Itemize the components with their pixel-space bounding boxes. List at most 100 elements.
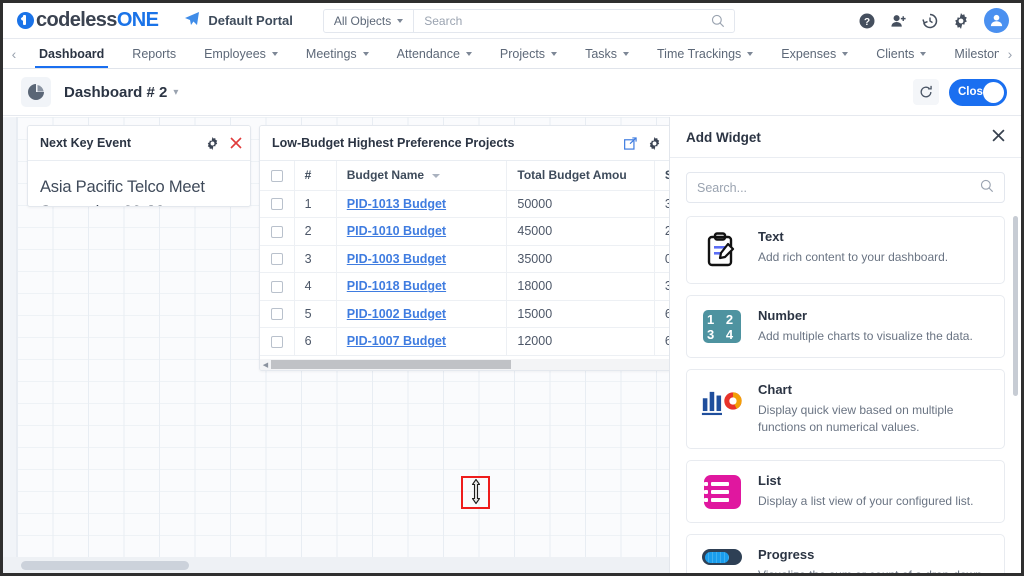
widget-card-description: Add multiple charts to visualize the dat… <box>758 329 973 343</box>
row-checkbox[interactable] <box>270 280 283 293</box>
nav-item-attendance[interactable]: Attendance <box>383 39 486 68</box>
widget-card-text[interactable]: Text Add rich content to your dashboard. <box>686 216 1005 284</box>
widget-search-field[interactable] <box>686 172 1005 203</box>
row-checkbox[interactable] <box>270 225 283 238</box>
user-avatar[interactable] <box>984 8 1009 33</box>
nav-item-projects[interactable]: Projects <box>486 39 571 68</box>
widget-actions <box>206 136 242 150</box>
table-row[interactable]: 6PID-1007 Budget120006000 <box>260 327 678 356</box>
progress-bar-icon <box>701 547 743 565</box>
history-icon[interactable] <box>922 13 938 29</box>
row-select-cell[interactable] <box>260 300 295 328</box>
widget-next-key-event[interactable]: Next Key Event Asia Pacific Telco Meet S… <box>27 125 251 207</box>
gear-icon[interactable] <box>953 12 969 29</box>
close-icon[interactable] <box>230 137 242 149</box>
dashboard-dropdown-caret-icon[interactable]: ▾ <box>173 87 178 98</box>
object-filter-dropdown[interactable]: All Objects <box>324 9 415 32</box>
panel-title: Add Widget <box>686 129 761 145</box>
nav-item-meetings[interactable]: Meetings <box>292 39 383 68</box>
budget-name-link[interactable]: PID-1007 Budget <box>347 334 446 348</box>
widget-card-chart[interactable]: Chart Display quick view based on multipl… <box>686 369 1005 449</box>
table-scroll-area[interactable]: # Budget Name Total Budget Amou Spent Am… <box>260 161 678 370</box>
pie-chart-icon <box>21 77 51 107</box>
row-select-cell[interactable] <box>260 327 295 356</box>
gear-icon[interactable] <box>648 136 661 150</box>
table-row[interactable]: 3PID-1003 Budget350000 <box>260 245 678 273</box>
portal-selector[interactable]: Default Portal <box>184 11 293 30</box>
vertical-resize-cursor <box>469 478 482 507</box>
external-link-icon[interactable] <box>624 136 637 150</box>
row-index-cell: 1 <box>294 190 337 218</box>
budget-name-link[interactable]: PID-1003 Budget <box>347 252 446 266</box>
row-total-budget-cell: 18000 <box>506 272 655 301</box>
row-checkbox[interactable] <box>270 308 283 321</box>
nav-scroll-left-button[interactable]: ‹ <box>3 39 25 68</box>
select-all-header[interactable] <box>260 161 295 191</box>
column-header-index[interactable]: # <box>294 161 337 191</box>
budget-name-link[interactable]: PID-1018 Budget <box>347 279 446 293</box>
select-all-checkbox[interactable] <box>270 170 283 183</box>
scrollbar-thumb[interactable] <box>271 360 511 369</box>
table-row[interactable]: 5PID-1002 Budget150006000 <box>260 300 678 328</box>
search-icon[interactable] <box>711 14 734 28</box>
nav-item-clients[interactable]: Clients <box>862 39 940 68</box>
scrollbar-thumb[interactable] <box>21 560 189 570</box>
widget-card-progress[interactable]: Progress Visualize the sum or count of a … <box>686 534 1005 573</box>
sort-desc-icon[interactable] <box>432 174 441 179</box>
row-select-cell[interactable] <box>260 272 295 301</box>
budget-name-link[interactable]: PID-1013 Budget <box>347 197 446 211</box>
row-select-cell[interactable] <box>260 190 295 218</box>
global-search-bar: All Objects <box>322 8 735 33</box>
nav-item-expenses[interactable]: Expenses <box>767 39 862 68</box>
chevron-down-icon <box>747 51 754 56</box>
nav-item-milestones[interactable]: Milestones <box>940 39 999 68</box>
scroll-left-arrow-icon[interactable]: ◀ <box>260 361 271 369</box>
nav-item-reports[interactable]: Reports <box>118 39 190 68</box>
panel-scrollbar-thumb[interactable] <box>1013 216 1018 396</box>
widget-card-number[interactable]: 1 2 3 4 Number Add multiple charts to visu… <box>686 295 1005 358</box>
refresh-button[interactable] <box>913 79 939 105</box>
add-user-icon[interactable] <box>890 13 907 29</box>
nav-item-employees[interactable]: Employees <box>190 39 292 68</box>
widget-card-title: Chart <box>758 382 792 397</box>
brand-logo[interactable]: codelessONE <box>17 9 159 32</box>
widget-low-budget-projects[interactable]: Low-Budget Highest Preference Projects #… <box>259 125 679 371</box>
nav-item-dashboard[interactable]: Dashboard <box>25 39 118 68</box>
widget-card-text: Number Add multiple charts to visualize t… <box>758 308 990 345</box>
row-budget-name-cell: PID-1002 Budget <box>336 300 508 328</box>
widget-card-list[interactable]: List Display a list view of your configur… <box>686 460 1005 523</box>
search-input[interactable] <box>414 9 711 32</box>
budget-name-link[interactable]: PID-1002 Budget <box>347 307 446 321</box>
help-icon[interactable]: ? <box>859 13 875 29</box>
dashboard-header-actions: Close <box>913 78 1007 106</box>
toggle-knob <box>983 81 1004 103</box>
row-select-cell[interactable] <box>260 245 295 273</box>
row-checkbox[interactable] <box>270 198 283 211</box>
row-budget-name-cell: PID-1007 Budget <box>336 327 508 356</box>
table-row[interactable]: 1PID-1013 Budget5000035000 <box>260 190 678 218</box>
widget-card-title: Text <box>758 229 784 244</box>
column-header-budget-name[interactable]: Budget Name <box>336 161 508 191</box>
table-row[interactable]: 2PID-1010 Budget4500025000 <box>260 217 678 246</box>
row-index-cell: 6 <box>294 327 337 356</box>
search-icon[interactable] <box>980 179 994 196</box>
row-total-budget-cell: 35000 <box>506 245 655 273</box>
row-select-cell[interactable] <box>260 217 295 246</box>
list-icon <box>701 473 743 509</box>
panel-header: Add Widget <box>670 117 1021 158</box>
column-header-total-budget[interactable]: Total Budget Amou <box>506 161 655 191</box>
close-toggle-button[interactable]: Close <box>949 78 1007 106</box>
chevron-down-icon <box>551 51 558 56</box>
table-horizontal-scrollbar[interactable]: ◀ <box>260 359 678 370</box>
nav-item-tasks[interactable]: Tasks <box>571 39 643 68</box>
widget-search-input[interactable] <box>697 180 980 195</box>
table-row[interactable]: 4PID-1018 Budget180003000 <box>260 272 678 301</box>
row-checkbox[interactable] <box>270 335 283 348</box>
row-checkbox[interactable] <box>270 253 283 266</box>
nav-item-time-trackings[interactable]: Time Trackings <box>643 39 767 68</box>
close-icon[interactable] <box>992 128 1005 146</box>
budget-name-link[interactable]: PID-1010 Budget <box>347 224 446 238</box>
gear-icon[interactable] <box>206 136 219 150</box>
chevron-down-icon <box>842 51 849 56</box>
nav-scroll-right-button[interactable]: › <box>999 39 1021 68</box>
